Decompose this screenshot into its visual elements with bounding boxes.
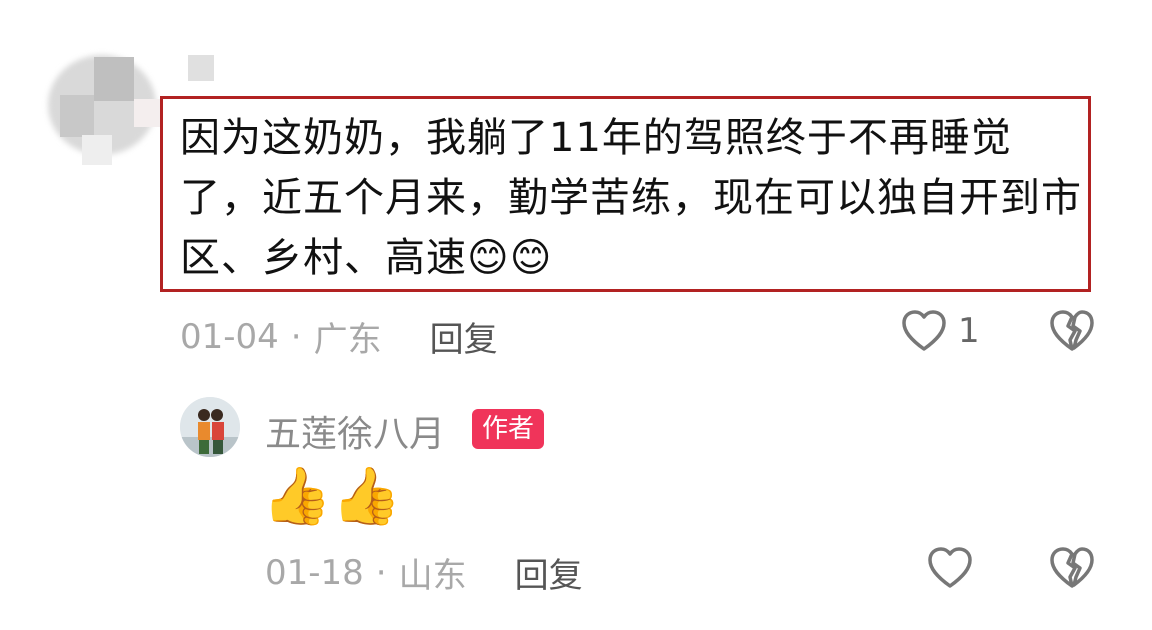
- reply-location: 山东: [398, 556, 467, 596]
- heart-outline-icon: [902, 310, 946, 351]
- reply-date: 01-18: [265, 552, 364, 593]
- reply-button[interactable]: 回复: [430, 312, 498, 361]
- reply-text: 👍👍: [262, 464, 402, 529]
- broken-heart-icon: [1050, 547, 1094, 588]
- like-button[interactable]: [926, 546, 974, 590]
- like-count: 1: [958, 311, 980, 351]
- avatar-blurred[interactable]: [48, 55, 214, 165]
- heart-outline-icon: [928, 547, 972, 588]
- reply-button[interactable]: 回复: [515, 548, 583, 597]
- broken-heart-icon: [1050, 310, 1094, 351]
- reply-meta: 01-18 · 山东 回复: [265, 548, 583, 597]
- comment-date: 01-04: [180, 316, 279, 357]
- separator-dot: ·: [290, 316, 302, 357]
- dislike-button[interactable]: [1048, 309, 1096, 353]
- author-badge: 作者: [472, 409, 545, 449]
- author-name[interactable]: 五莲徐八月: [265, 405, 445, 457]
- like-button[interactable]: 1: [900, 309, 980, 353]
- dislike-button[interactable]: [1048, 546, 1096, 590]
- comment-meta: 01-04 · 广东 回复: [180, 312, 498, 361]
- comment-text: 因为这奶奶，我躺了11年的驾照终于不再睡觉了，近五个月来，勤学苦练，现在可以独自…: [180, 115, 1082, 281]
- comment-location: 广东: [313, 320, 382, 360]
- author-avatar[interactable]: [180, 397, 240, 457]
- separator-dot: ·: [375, 552, 387, 593]
